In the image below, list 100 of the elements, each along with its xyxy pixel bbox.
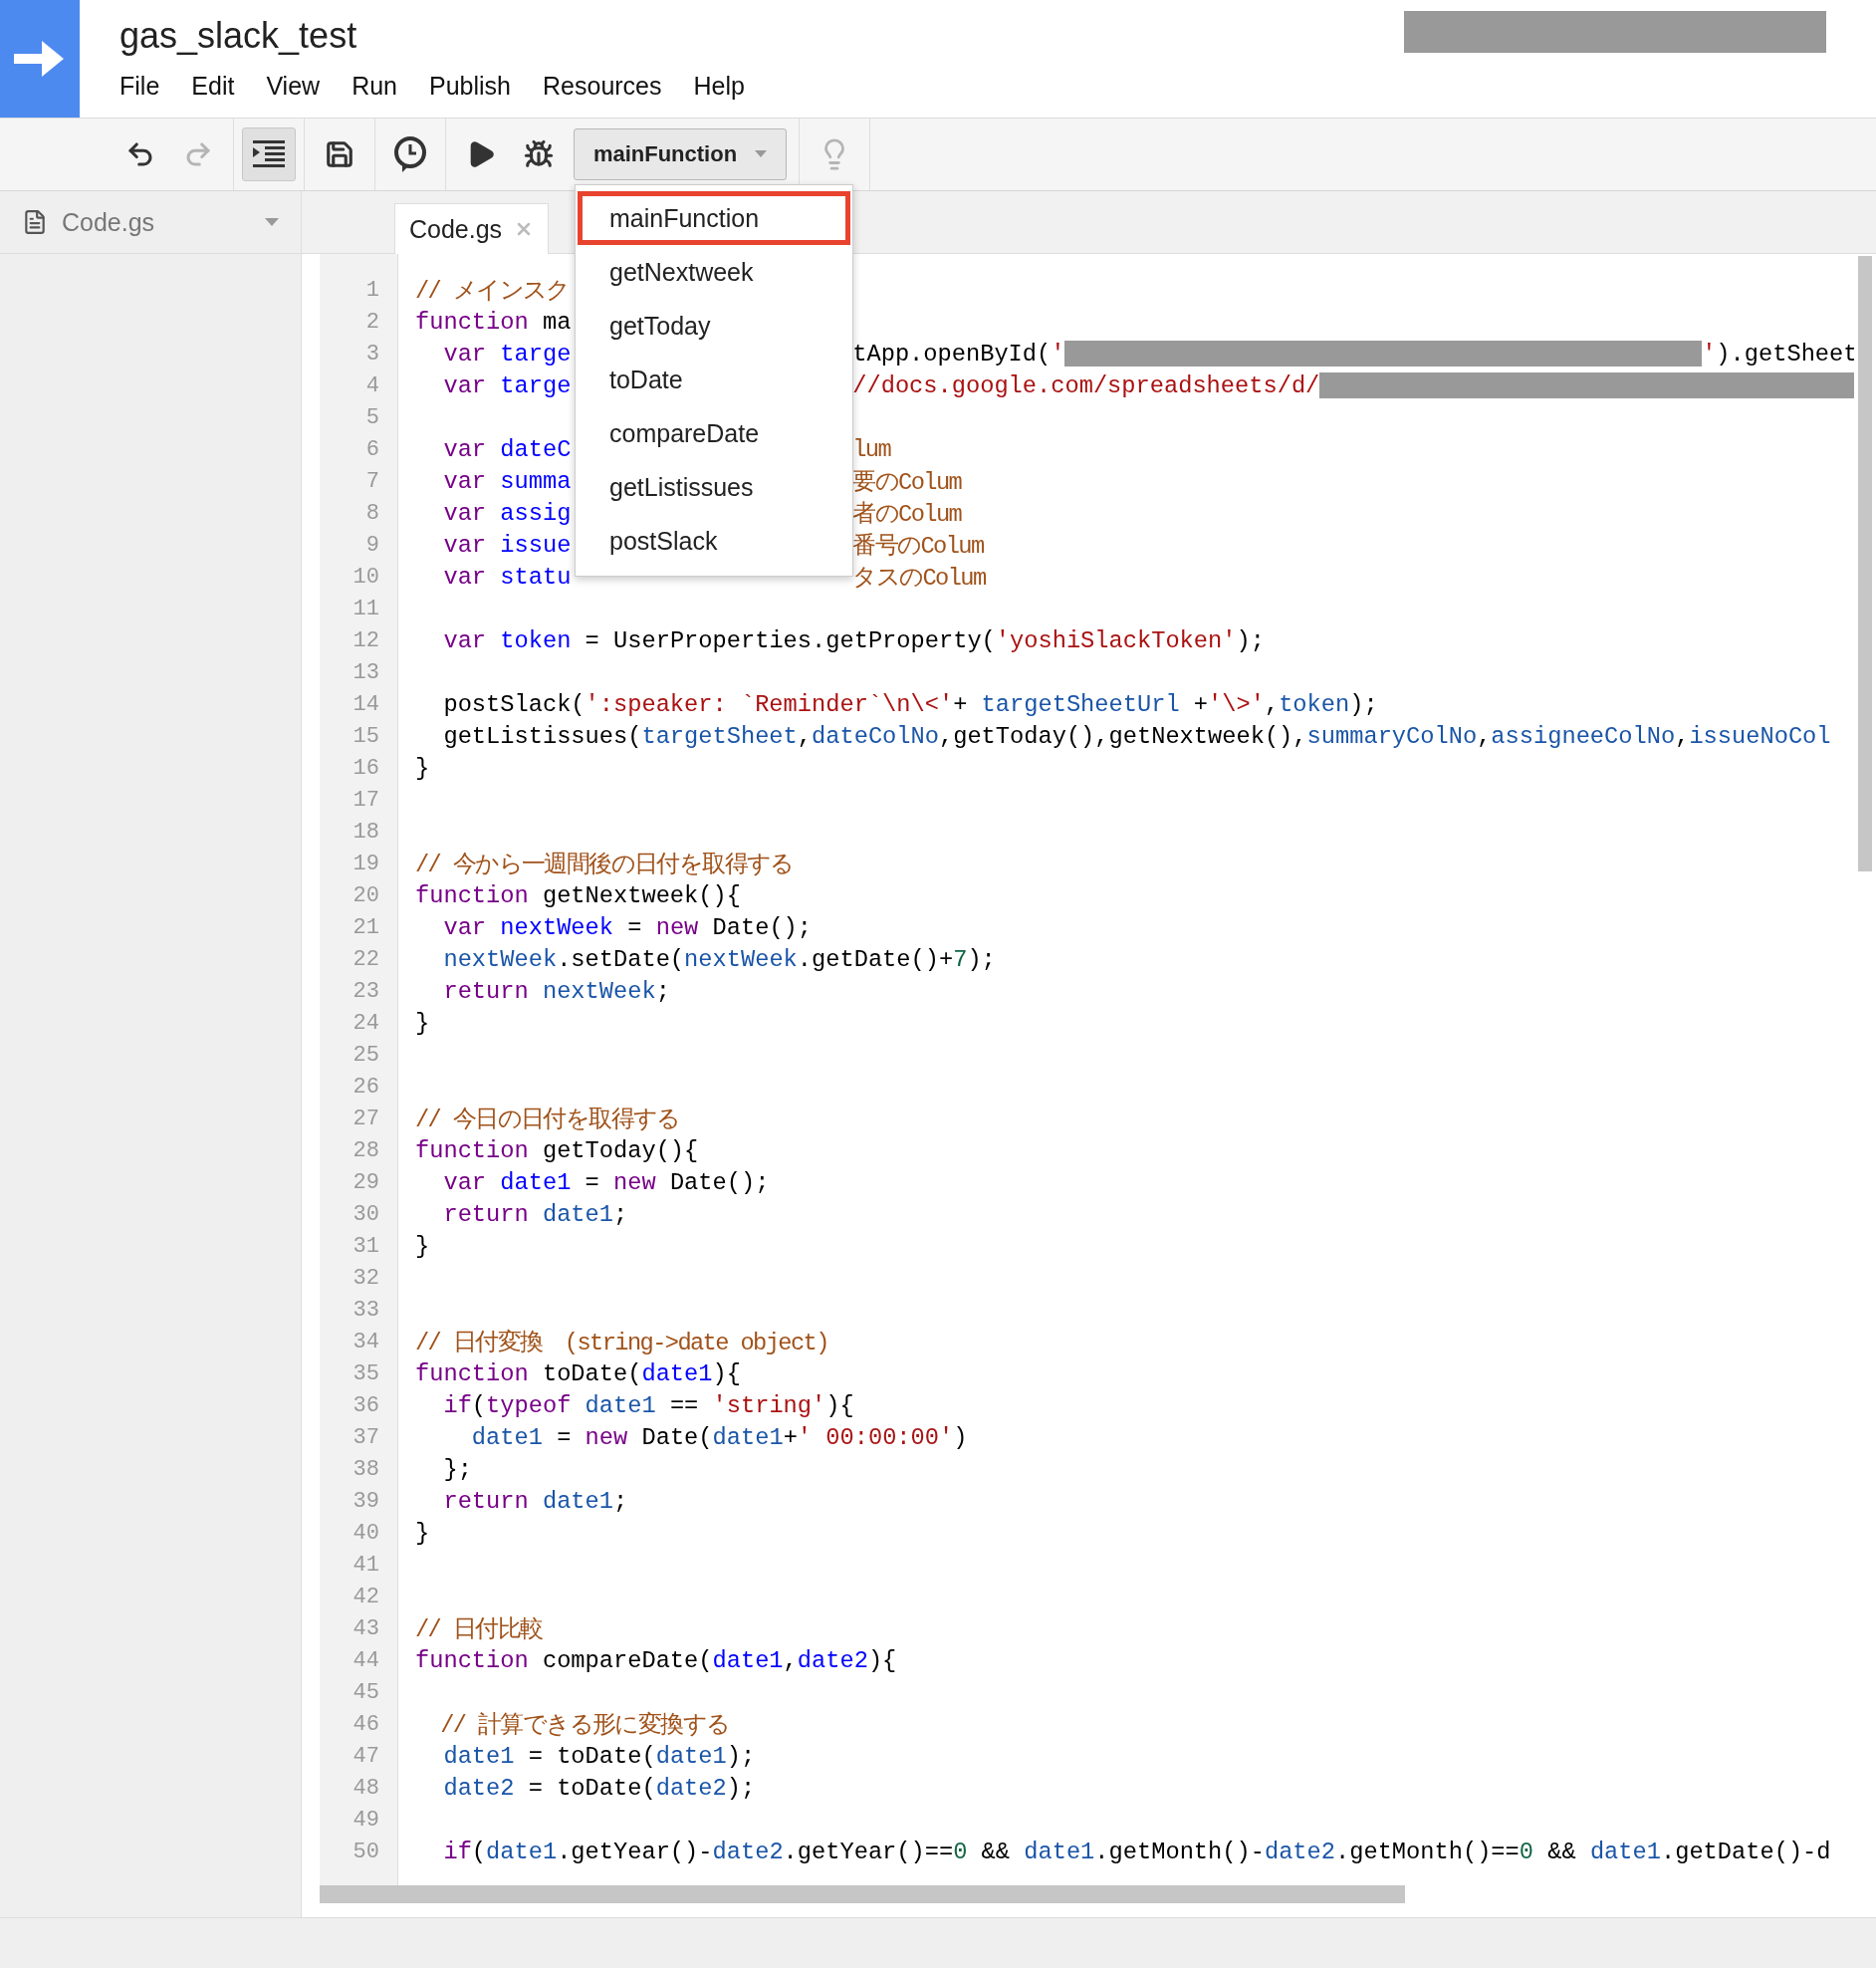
menu-option[interactable]: toDate bbox=[578, 353, 850, 406]
line-number: 20 bbox=[352, 882, 380, 908]
code-line: function getToday(){ bbox=[415, 1136, 699, 1164]
line-number: 12 bbox=[352, 627, 380, 653]
line-number: 38 bbox=[352, 1456, 380, 1482]
line-number: 11 bbox=[352, 596, 380, 621]
line-number: 25 bbox=[352, 1042, 380, 1068]
code-fragment: lum bbox=[852, 435, 891, 463]
menu-option[interactable]: getNextweek bbox=[578, 245, 850, 299]
code-line: date2 = toDate(date2); bbox=[442, 1774, 756, 1802]
menu-item[interactable]: Resources bbox=[543, 72, 662, 101]
indent-button[interactable] bbox=[242, 127, 296, 181]
code-line: if(date1.getYear()-date2.getYear()==0 && date1.getMonth()-date2.getMonth()==0 && date1.getDate()-d bbox=[442, 1838, 1831, 1865]
line-number: 13 bbox=[352, 659, 380, 685]
code-line: date1 = new Date(date1+' 00:00:00') bbox=[470, 1423, 968, 1451]
line-number: 10 bbox=[352, 564, 380, 590]
file-name: Code.gs bbox=[62, 207, 156, 237]
line-number: 2 bbox=[364, 309, 380, 335]
menu-item[interactable]: Edit bbox=[191, 72, 235, 101]
indent-icon bbox=[253, 140, 285, 168]
code-line: } bbox=[415, 1519, 430, 1547]
line-number: 40 bbox=[352, 1520, 380, 1546]
code-line: var nextWeek = new Date(); bbox=[442, 913, 813, 941]
code-line: var summa bbox=[442, 467, 572, 495]
line-number: 29 bbox=[352, 1169, 380, 1195]
line-number: 8 bbox=[364, 500, 380, 526]
line-number: 41 bbox=[352, 1552, 380, 1578]
line-number: 4 bbox=[364, 372, 380, 398]
menu-item[interactable]: View bbox=[266, 72, 321, 101]
script-file-row[interactable]: Code.gs bbox=[0, 191, 301, 254]
code-line: } bbox=[415, 1232, 430, 1260]
code-line: function getNextweek(){ bbox=[415, 881, 741, 909]
menu-item[interactable]: File bbox=[119, 72, 160, 101]
save-icon bbox=[325, 139, 354, 169]
line-number: 3 bbox=[364, 341, 380, 367]
code-fragment: 者のColum bbox=[852, 500, 962, 529]
code-line: var targe bbox=[442, 340, 572, 368]
line-number: 23 bbox=[352, 978, 380, 1004]
logo-icon[interactable] bbox=[0, 0, 80, 118]
code-fragment: 番号のColum bbox=[852, 532, 984, 561]
caret-icon bbox=[755, 150, 768, 158]
code-line: var targe bbox=[442, 371, 572, 399]
line-number: 34 bbox=[352, 1329, 380, 1354]
line-number: 16 bbox=[352, 755, 380, 781]
line-number: 14 bbox=[352, 691, 380, 717]
code-line: date1 = toDate(date1); bbox=[442, 1742, 756, 1770]
code-line: postSlack(':speaker: `Reminder`\n\<'+ targetSheetUrl +'\>',token); bbox=[442, 690, 1378, 718]
line-number: 15 bbox=[352, 723, 380, 749]
line-number: 22 bbox=[352, 946, 380, 972]
code-editor[interactable] bbox=[320, 254, 1854, 1885]
line-number: 48 bbox=[352, 1775, 380, 1801]
line-number: 45 bbox=[352, 1679, 380, 1705]
line-number: 33 bbox=[352, 1297, 380, 1323]
code-line: } bbox=[415, 1009, 430, 1037]
caret-icon bbox=[265, 218, 279, 226]
line-number: 21 bbox=[352, 914, 380, 940]
line-number: 27 bbox=[352, 1106, 380, 1131]
line-number: 32 bbox=[352, 1265, 380, 1291]
code-line: // 日付変換 (string->date object) bbox=[415, 1328, 828, 1357]
menu-option[interactable]: getListissues bbox=[578, 460, 850, 514]
line-number: 46 bbox=[352, 1711, 380, 1737]
code-line: // 今日の日付を取得する bbox=[415, 1106, 680, 1134]
line-number: 31 bbox=[352, 1233, 380, 1259]
line-number: 18 bbox=[352, 819, 380, 845]
menu-option[interactable]: postSlack bbox=[578, 514, 850, 568]
scrollbar-thumb[interactable] bbox=[320, 1885, 1405, 1903]
code-line: var statu bbox=[442, 563, 572, 591]
code-line: var assig bbox=[442, 499, 572, 527]
line-number: 44 bbox=[352, 1647, 380, 1673]
code-fragment: //docs.google.com/spreadsheets/d/ bbox=[852, 371, 1854, 399]
menu-option[interactable]: compareDate bbox=[578, 406, 850, 460]
line-number: 6 bbox=[364, 436, 380, 462]
code-line: nextWeek.setDate(nextWeek.getDate()+7); bbox=[442, 945, 996, 973]
scrollbar-thumb[interactable] bbox=[1858, 256, 1872, 871]
menu-item[interactable]: Run bbox=[352, 72, 397, 101]
line-number: 47 bbox=[352, 1743, 380, 1769]
menu-item[interactable]: Help bbox=[693, 72, 745, 101]
code-line: var token = UserProperties.getProperty('yoshiSlackToken'); bbox=[442, 626, 1265, 654]
bug-icon bbox=[524, 139, 554, 169]
code-line: function toDate(date1){ bbox=[415, 1359, 741, 1387]
code-line: return date1; bbox=[442, 1487, 628, 1515]
menu-option[interactable]: mainFunction bbox=[578, 191, 850, 245]
code-line: // 計算できる形に変換する bbox=[439, 1710, 730, 1740]
line-number: 19 bbox=[352, 851, 380, 876]
code-line: var issue bbox=[442, 531, 572, 559]
menu-option[interactable]: getToday bbox=[578, 299, 850, 353]
line-number: 50 bbox=[352, 1839, 380, 1864]
line-number: 1 bbox=[364, 277, 380, 303]
line-number: 7 bbox=[364, 468, 380, 494]
code-line: }; bbox=[442, 1455, 472, 1483]
project-title[interactable]: gas_slack_test bbox=[119, 14, 777, 58]
function-select[interactable]: mainFunction bbox=[574, 128, 787, 180]
file-tab[interactable]: Code.gs bbox=[394, 203, 550, 254]
code-line: var date1 = new Date(); bbox=[442, 1168, 770, 1196]
menu-item[interactable]: Publish bbox=[429, 72, 511, 101]
line-number: 28 bbox=[352, 1137, 380, 1163]
code-line: return date1; bbox=[442, 1200, 628, 1228]
line-number: 35 bbox=[352, 1360, 380, 1386]
line-number: 26 bbox=[352, 1074, 380, 1100]
code-line: var dateC bbox=[442, 435, 572, 463]
